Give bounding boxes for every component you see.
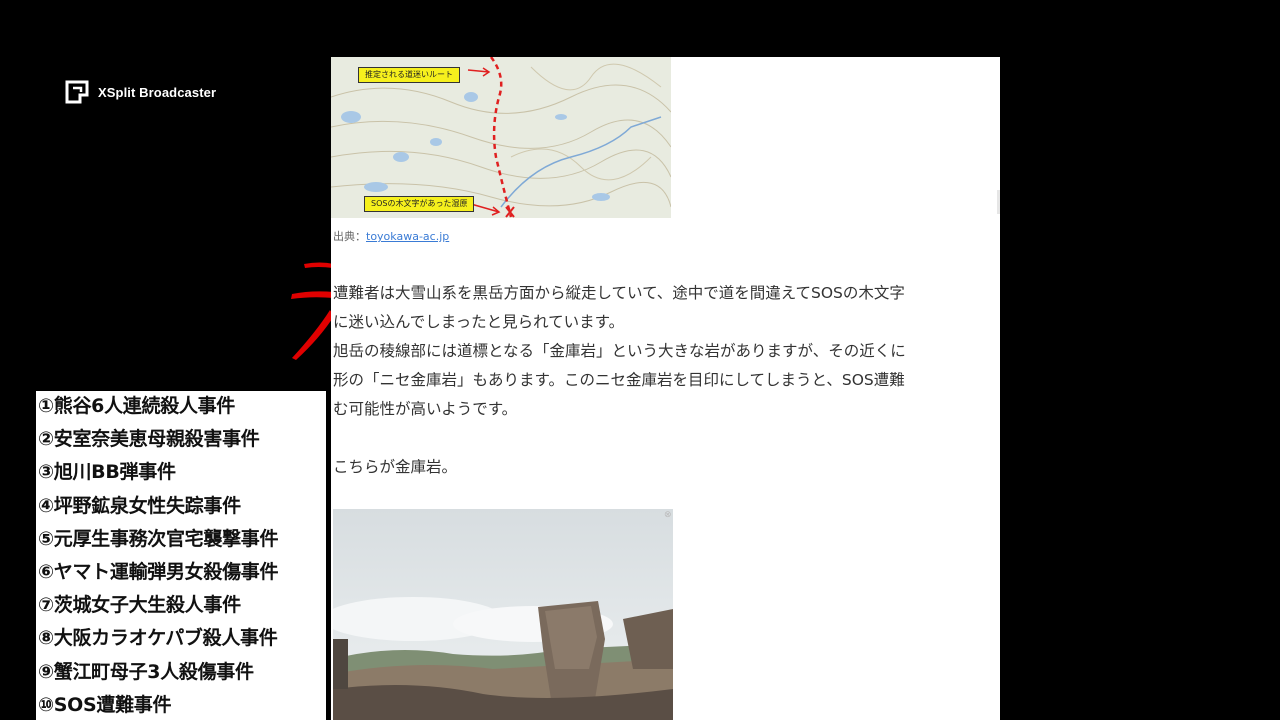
- map-label-sos-marsh: SOSの木文字があった湿原: [364, 196, 475, 212]
- xsplit-watermark: XSplit Broadcaster: [64, 79, 216, 105]
- kinko-rock-photo: [333, 509, 673, 720]
- article-body: 遭難者は大雪山系を黒岳方面から縦走していて、途中で道を間違えてSOSの木文字 に…: [333, 279, 1000, 482]
- map-label-route: 推定される道迷いルート: [358, 67, 460, 83]
- case-list-item: ⑩SOS遭難事件: [38, 693, 172, 716]
- case-list-item: ③旭川BB弾事件: [38, 461, 176, 484]
- route-map-image: 推定される道迷いルート SOSの木文字があった湿原: [331, 57, 671, 218]
- mountain-photo: [333, 509, 673, 720]
- close-icon[interactable]: ⊗: [664, 510, 672, 520]
- case-list-item: ①熊谷6人連続殺人事件: [38, 395, 236, 417]
- scrollbar-thumb[interactable]: [997, 190, 1000, 214]
- article-line: こちらが金庫岩。: [333, 458, 458, 476]
- case-list-item: ②安室奈美恵母親殺害事件: [38, 428, 260, 451]
- source-link[interactable]: toyokawa-ac.jp: [366, 230, 449, 243]
- article-line: む可能性が高いようです。: [333, 400, 518, 418]
- case-list-item: ⑦茨城女子大生殺人事件: [38, 594, 241, 617]
- article-line: 旭岳の稜線部には道標となる「金庫岩」という大きな岩がありますが、その近くに: [333, 342, 906, 360]
- article-line: 遭難者は大雪山系を黒岳方面から縦走していて、途中で道を間違えてSOSの木文字: [333, 284, 905, 302]
- image-source-caption: 出典：toyokawa-ac.jp: [333, 228, 449, 244]
- case-list-item: ⑥ヤマト運輸弾男女殺傷事件: [38, 560, 279, 583]
- xsplit-logo-icon: [65, 80, 89, 104]
- case-list-item: ④坪野鉱泉女性失踪事件: [38, 494, 241, 517]
- red-brush-decoration: [291, 262, 334, 360]
- article-line: に迷い込んでしまったと見られています。: [333, 313, 625, 331]
- article-line: 形の「ニセ金庫岩」もあります。このニセ金庫岩を目印にしてしまうと、SOS遭難: [333, 371, 905, 389]
- case-list-item: ⑤元厚生事務次官宅襲撃事件: [38, 527, 279, 550]
- browser-page[interactable]: 推定される道迷いルート SOSの木文字があった湿原 出典：toyokawa-ac…: [331, 57, 1000, 720]
- caption-prefix: 出典：: [333, 230, 366, 243]
- case-list-item: ⑧大阪カラオケパブ殺人事件: [38, 627, 278, 650]
- case-list-panel: ①熊谷6人連続殺人事件 ②安室奈美恵母親殺害事件 ③旭川BB弾事件 ④坪野鉱泉女…: [36, 391, 326, 720]
- xsplit-brand-name: XSplit Broadcaster: [98, 84, 217, 100]
- case-list-item: ⑨蟹江町母子3人殺傷事件: [38, 660, 254, 683]
